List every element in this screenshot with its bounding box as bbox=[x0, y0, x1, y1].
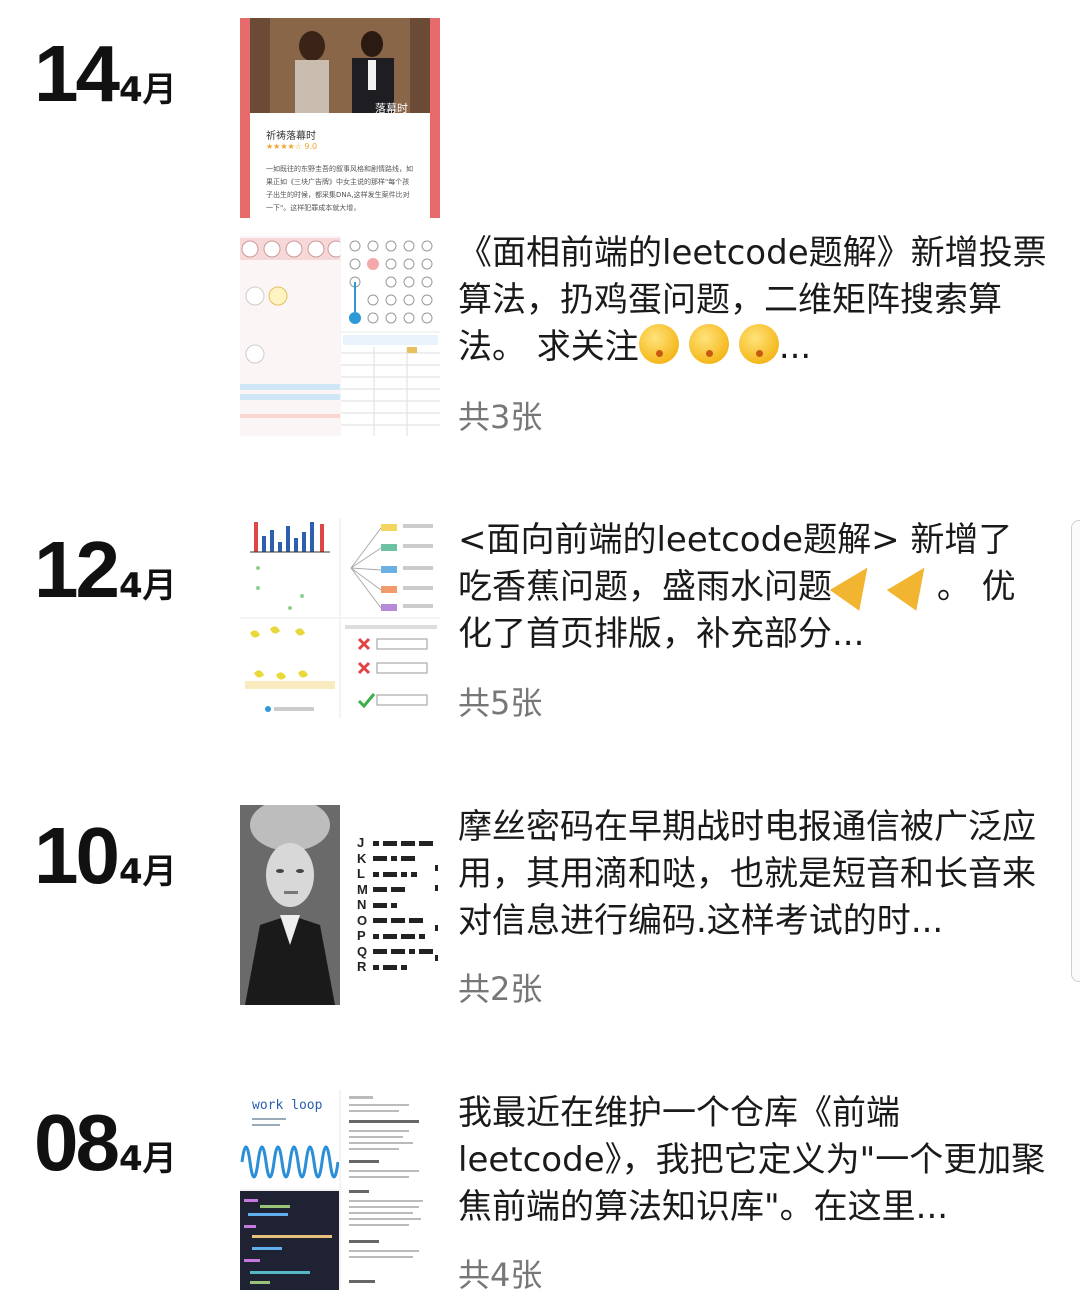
date-day: 12 bbox=[34, 525, 120, 614]
post-thumbnail-grid[interactable]: work loop bbox=[240, 1090, 440, 1290]
party-popper-icon bbox=[886, 557, 940, 611]
post-date: 10 4月 bbox=[34, 816, 177, 896]
post-text-ellipsis: ... bbox=[832, 614, 865, 654]
thumb-cell: work loop bbox=[240, 1090, 339, 1189]
thumb-cell bbox=[240, 518, 339, 617]
morse-chart: JKLMNOPQR bbox=[341, 805, 440, 1005]
post-text[interactable]: 《面相前端的leetcode题解》新增投票算法，扔鸡蛋问题，二维矩阵搜索算法。 … bbox=[458, 230, 1048, 371]
post-date: 08 4月 bbox=[34, 1103, 177, 1183]
image-count: 共5张 bbox=[458, 684, 543, 722]
post-text-body: <面向前端的leetcode题解> 新增了 吃香蕉问题，盛雨水问题 bbox=[458, 520, 1013, 607]
thumb-cell bbox=[341, 1090, 440, 1290]
post-thumbnail-grid[interactable]: JKLMNOPQR bbox=[240, 805, 440, 1005]
kissing-face-icon bbox=[688, 324, 729, 364]
date-day: 14 bbox=[34, 29, 120, 118]
thumb-cell bbox=[341, 333, 440, 436]
post-text[interactable]: 我最近在维护一个仓库《前端leetcode》，我把它定义为"一个更加聚焦前端的算… bbox=[458, 1090, 1048, 1231]
image-count: 共2张 bbox=[458, 970, 543, 1008]
post-text[interactable]: <面向前端的leetcode题解> 新增了 吃香蕉问题，盛雨水问题 。 优化了首… bbox=[458, 517, 1038, 658]
thumb-cell bbox=[240, 619, 339, 718]
post-text-ellipsis: ... bbox=[910, 901, 944, 941]
movie-caption: 落幕时 bbox=[375, 102, 408, 115]
thumb-cell bbox=[341, 236, 440, 331]
post-text[interactable]: 摩丝密码在早期战时电报通信被广泛应用，其用滴和哒，也就是短音和长音来对信息进行编… bbox=[458, 804, 1048, 945]
thumb-cell bbox=[240, 236, 340, 436]
image-count: 共4张 bbox=[458, 1256, 543, 1294]
thumb-cell bbox=[240, 1191, 339, 1290]
date-month: 4月 bbox=[118, 70, 177, 110]
scrollbar-handle[interactable] bbox=[1071, 520, 1080, 982]
post-date: 12 4月 bbox=[34, 530, 177, 610]
date-month: 4月 bbox=[118, 852, 177, 892]
date-day: 08 bbox=[34, 1098, 120, 1187]
date-day: 10 bbox=[34, 811, 120, 900]
post-text-ellipsis: ... bbox=[778, 327, 812, 367]
kissing-face-icon bbox=[638, 324, 679, 364]
thumb-cell bbox=[341, 518, 440, 617]
image-count: 共3张 bbox=[458, 398, 543, 436]
post-date: 14 4月 bbox=[34, 34, 177, 114]
portrait-photo bbox=[240, 805, 340, 1005]
date-month: 4月 bbox=[118, 566, 177, 606]
post-thumbnail-grid[interactable] bbox=[240, 236, 440, 436]
post-text-ellipsis: ... bbox=[915, 1187, 949, 1227]
post-text-body: 我最近在维护一个仓库《前端leetcode》，我把它定义为"一个更加聚焦前端的算… bbox=[458, 1093, 1046, 1227]
thumb-cell bbox=[341, 619, 440, 718]
post-text-body: 摩丝密码在早期战时电报通信被广泛应用，其用滴和哒，也就是短音和长音来对信息进行编… bbox=[458, 807, 1036, 941]
post-thumbnail[interactable]: 落幕时 祈祷落幕时 ★★★★☆ 9.0 一如既往的东野圭吾的叙事风格和剧情路线，… bbox=[240, 18, 440, 218]
date-month: 4月 bbox=[118, 1139, 177, 1179]
party-popper-icon bbox=[829, 557, 883, 611]
movie-title: 祈祷落幕时 bbox=[266, 131, 316, 142]
post-thumbnail-grid[interactable] bbox=[240, 518, 440, 718]
movie-description: 一如既往的东野圭吾的叙事风格和剧情路线，如果正如《三块广告牌》中女主说的那样"每… bbox=[266, 165, 413, 212]
kissing-face-icon bbox=[738, 324, 779, 364]
movie-rating: ★★★★☆ 9.0 bbox=[266, 142, 318, 151]
